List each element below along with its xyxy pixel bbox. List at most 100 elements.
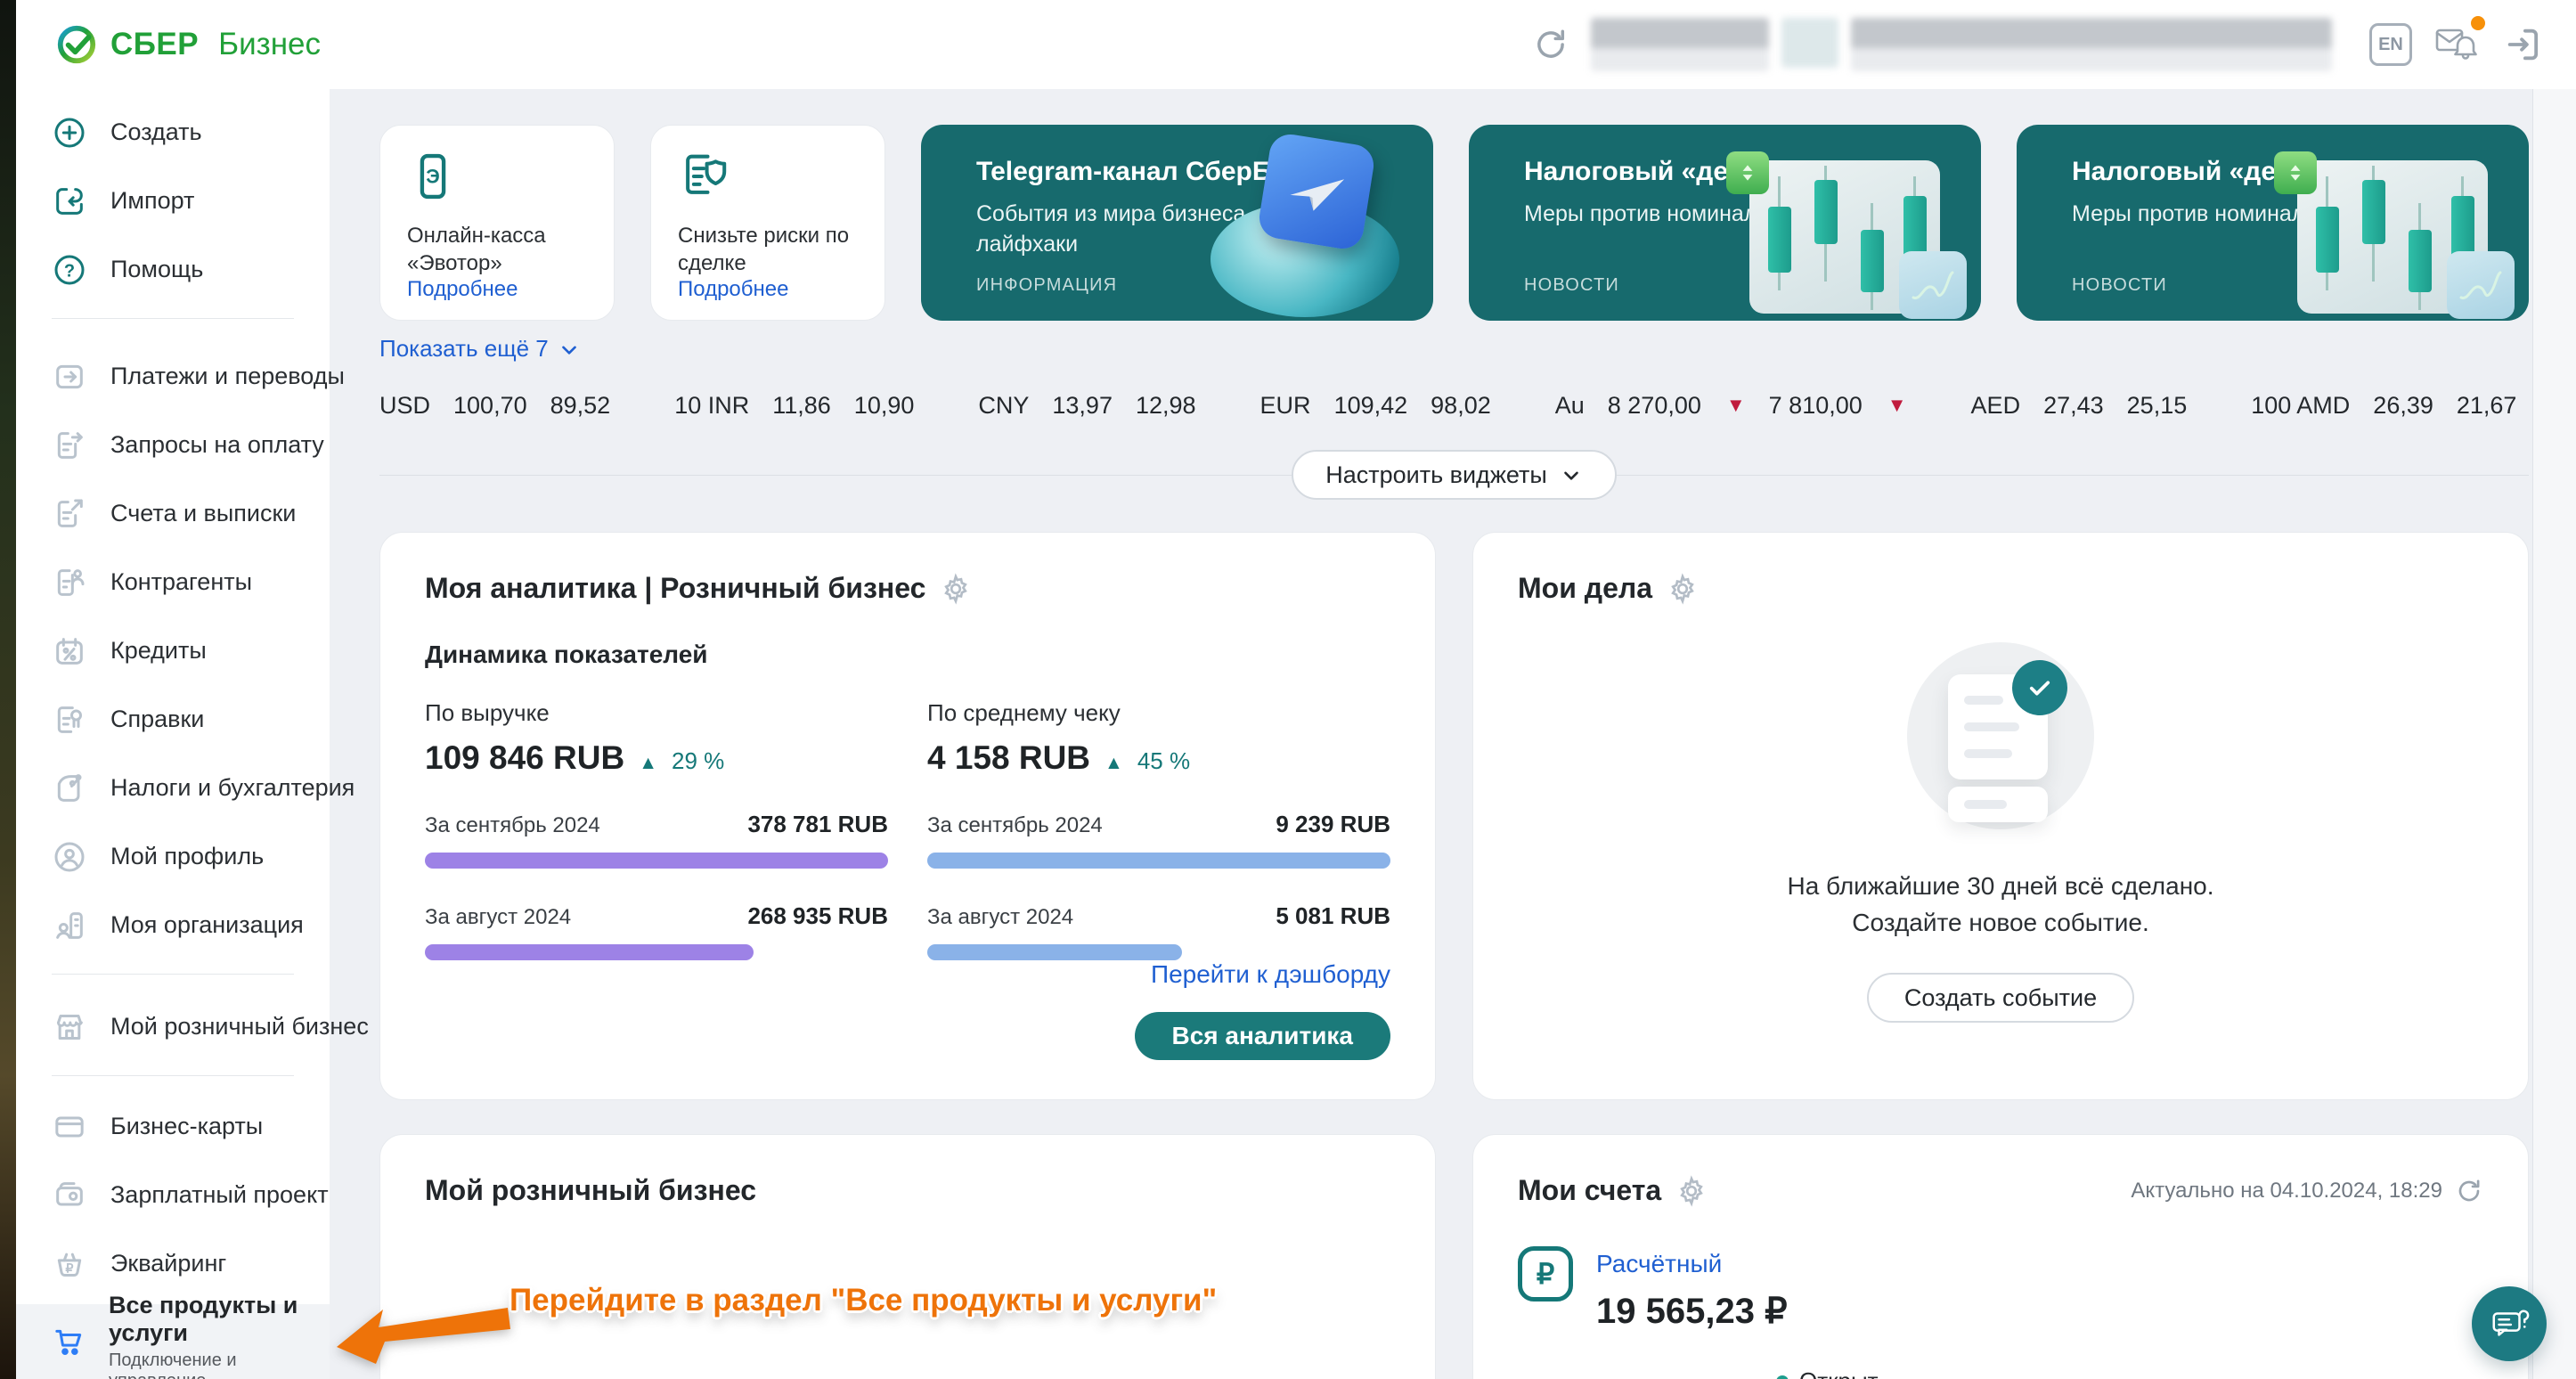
sidebar-item-credits[interactable]: Кредиты [16, 616, 330, 685]
refresh-icon[interactable] [2455, 1177, 2483, 1205]
sidebar-item-all-products[interactable]: Все продукты и услуги Подключение и упра… [16, 1304, 330, 1379]
sidebar-item-taxes[interactable]: Налоги и бухгалтерия [16, 754, 330, 822]
ticker-item-inr[interactable]: 10 INR 11,86 10,90 [674, 392, 914, 420]
promo-card-deal-risks[interactable]: Снизьте риски по сделке Подробнее [650, 125, 885, 321]
currency-code: EUR [1260, 392, 1311, 420]
status-dot-icon [1776, 1375, 1789, 1379]
sidebar-item-create[interactable]: Создать [16, 98, 330, 167]
bar-value: 268 935 RUB [747, 902, 888, 930]
sidebar-item-salary-project[interactable]: Зарплатный проект [16, 1161, 330, 1229]
user-circle-icon [52, 839, 87, 875]
rate-buy: 26,39 [2373, 392, 2433, 420]
show-more-link[interactable]: Показать ещё 7 [379, 335, 581, 363]
bar-period: За август 2024 [927, 905, 1073, 930]
redacted-block [1781, 18, 1838, 68]
todo-message-line1: На ближайшие 30 дней всё сделано. [1787, 869, 2213, 905]
shopping-cart-icon [52, 1324, 87, 1359]
metric-value: 4 158 RUB [927, 739, 1090, 777]
notifications-button[interactable] [2433, 21, 2482, 68]
analytics-subtitle: Динамика показателей [425, 641, 1390, 669]
redacted-account-info [1591, 18, 2332, 71]
svg-text:₽: ₽ [65, 1261, 73, 1276]
currency-code: USD [379, 392, 430, 420]
sidebar-item-business-cards[interactable]: Бизнес-карты [16, 1092, 330, 1161]
account-name-link[interactable]: Расчётный [1596, 1250, 1722, 1278]
rate-sell: 21,67 [2457, 392, 2517, 420]
calendar-percent-icon [52, 633, 87, 669]
configure-widgets-button[interactable]: Настроить виджеты [1292, 450, 1617, 500]
banner-telegram[interactable]: Telegram-канал СберБизнес События из мир… [921, 125, 1433, 321]
sidebar-item-accounts-statements[interactable]: Счета и выписки [16, 479, 330, 548]
support-chat-button[interactable] [2472, 1286, 2547, 1361]
gear-icon[interactable] [1675, 1175, 1708, 1207]
desktop-wallpaper-sliver [0, 0, 16, 1379]
bar-track [927, 944, 1390, 960]
top-header: СБЕР Бизнес EN [16, 0, 2576, 89]
metric-label: По среднему чеку [927, 699, 1390, 727]
bar-value: 5 081 RUB [1276, 902, 1390, 930]
currency-code: 10 INR [674, 392, 749, 420]
import-icon [52, 184, 87, 219]
trend-up-icon: ▲ [639, 753, 657, 774]
gear-icon[interactable] [1667, 573, 1699, 605]
sidebar-item-payments[interactable]: Платежи и переводы [16, 342, 330, 411]
promo-card-evotor[interactable]: Э Онлайн-касса «Эвотор» Подробнее [379, 125, 615, 321]
banner-tag: ИНФОРМАЦИЯ [976, 275, 1117, 296]
sidebar-item-label: Создать [110, 118, 202, 146]
basket-ruble-icon: ₽ [52, 1246, 87, 1282]
ticker-item-amd[interactable]: 100 AMD 26,39 21,67 [2251, 392, 2516, 420]
person-building-icon [52, 908, 87, 943]
chevron-down-icon [1560, 463, 1583, 486]
bar-value: 378 781 RUB [747, 811, 888, 838]
create-event-button[interactable]: Создать событие [1867, 973, 2134, 1023]
banner-tag: НОВОСТИ [1524, 275, 1619, 296]
currency-code: 100 AMD [2251, 392, 2350, 420]
sidebar-item-profile[interactable]: Мой профиль [16, 822, 330, 891]
sidebar-item-help[interactable]: ? Помощь [16, 235, 330, 304]
svg-text:?: ? [64, 261, 75, 281]
rate-sell: 10,90 [854, 392, 915, 420]
sidebar-item-label: Платежи и переводы [110, 363, 345, 390]
brand-logo[interactable]: СБЕР Бизнес [55, 23, 321, 66]
sidebar-item-import[interactable]: Импорт [16, 167, 330, 235]
ticker-item-eur[interactable]: EUR 109,42 98,02 [1260, 392, 1491, 420]
trend-down-icon: ▼ [1887, 394, 1907, 417]
scrollbar-gutter[interactable] [2532, 89, 2576, 1379]
banner-tax-dumping-2[interactable]: Налоговый «демпинг» Меры против номиналь… [2017, 125, 2529, 321]
refresh-button[interactable] [1532, 26, 1569, 63]
ticker-item-cny[interactable]: CNY 13,97 12,98 [978, 392, 1195, 420]
credit-card-icon [52, 1109, 87, 1145]
promo-details-link[interactable]: Подробнее [407, 277, 587, 302]
sidebar-item-acquiring[interactable]: ₽ Эквайринг [16, 1229, 330, 1298]
sidebar-item-label: Бизнес-карты [110, 1113, 263, 1140]
dashboard-link[interactable]: Перейти к дэшборду [1151, 960, 1390, 989]
logout-button[interactable] [2503, 24, 2544, 65]
sidebar-item-retail-business[interactable]: Мой розничный бизнес [16, 992, 330, 1061]
retail-card-title: Мой розничный бизнес [425, 1174, 756, 1207]
rate-sell: 89,52 [550, 392, 611, 420]
rate-sell: 7 810,00 [1769, 392, 1863, 420]
ticker-item-aed[interactable]: AED 27,43 25,15 [1971, 392, 2188, 420]
all-analytics-button[interactable]: Вся аналитика [1135, 1012, 1390, 1060]
sidebar-item-payment-requests[interactable]: Запросы на оплату [16, 411, 330, 479]
promo-details-link[interactable]: Подробнее [678, 277, 858, 302]
document-seal-icon [52, 702, 87, 738]
sidebar-item-certificates[interactable]: Справки [16, 685, 330, 754]
banner-tax-dumping-1[interactable]: Налоговый «демпинг» Меры против номиналь… [1469, 125, 1981, 321]
gear-icon[interactable] [940, 573, 972, 605]
ticker-item-gold[interactable]: Au 8 270,00 ▼ 7 810,00 ▼ [1555, 392, 1907, 420]
ticker-item-usd[interactable]: USD 100,70 89,52 [379, 392, 610, 420]
language-toggle-button[interactable]: EN [2369, 23, 2412, 66]
app-window: СБЕР Бизнес EN [16, 0, 2576, 1379]
todo-card: Мои дела [1472, 532, 2529, 1100]
candlestick-chart-illustration [2274, 135, 2506, 314]
todo-empty-illustration [1907, 642, 2094, 829]
sidebar-item-contractors[interactable]: Контрагенты [16, 548, 330, 616]
all-products-title: Все продукты и услуги [109, 1292, 330, 1347]
sidebar-item-organization[interactable]: Моя организация [16, 891, 330, 959]
rate-sell: 25,15 [2127, 392, 2188, 420]
rate-buy: 11,86 [772, 392, 831, 420]
todo-card-title: Мои дела [1518, 572, 1652, 605]
bar-track [927, 853, 1390, 869]
bar-fill [927, 853, 1390, 869]
